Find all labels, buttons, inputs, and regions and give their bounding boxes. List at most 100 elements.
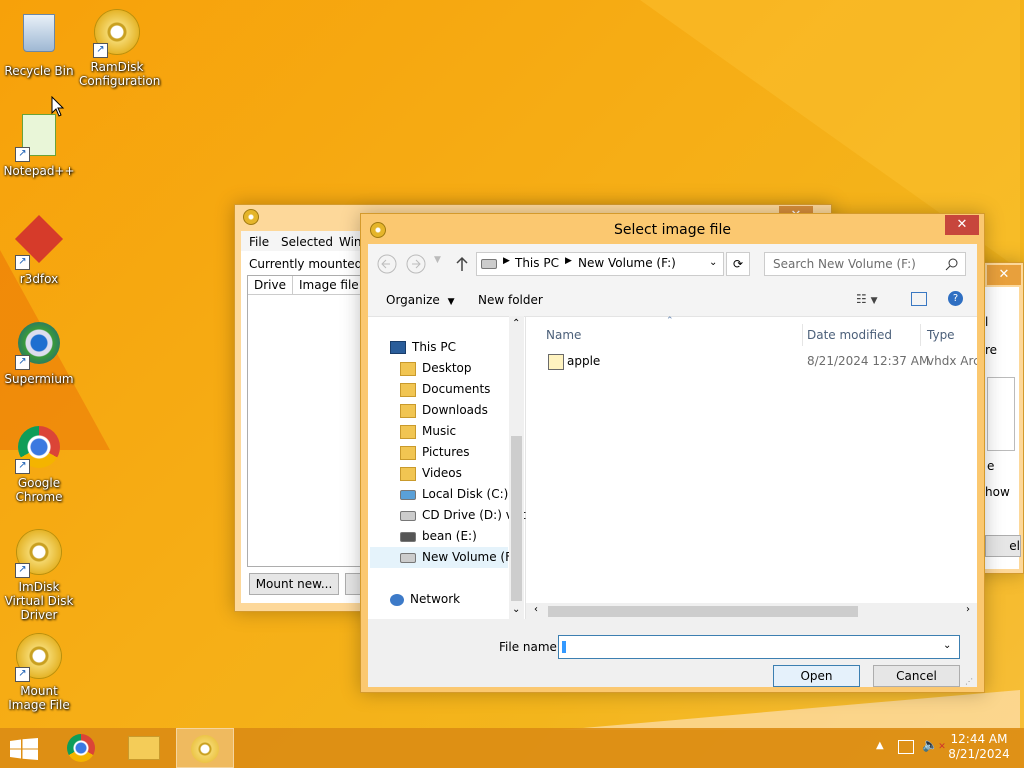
- nav-label: Videos: [422, 466, 462, 480]
- taskbar-file-explorer-button[interactable]: [114, 728, 172, 768]
- scroll-thumb[interactable]: [548, 606, 858, 617]
- desktop-icon-r3dfox[interactable]: ↗ r3dfox: [1, 214, 77, 286]
- preview-pane-icon[interactable]: [911, 292, 927, 306]
- nav-item-this-pc[interactable]: This PC: [390, 337, 456, 358]
- chevron-down-icon[interactable]: ⌄: [943, 640, 951, 651]
- cancel-button[interactable]: Cancel: [873, 665, 960, 687]
- recent-dropdown-icon[interactable]: ▼: [434, 255, 441, 265]
- up-arrow-icon[interactable]: [454, 254, 470, 274]
- windows-logo-icon: [10, 738, 38, 760]
- file-row[interactable]: apple 8/21/2024 12:37 AM vhdx Arch: [526, 350, 977, 372]
- nav-item-network[interactable]: Network: [390, 589, 460, 610]
- desktop-icon-label: RamDisk Configuration: [79, 60, 161, 88]
- shortcut-arrow-icon: ↗: [15, 355, 30, 370]
- nav-item-bean-e[interactable]: bean (E:): [400, 526, 477, 547]
- start-button[interactable]: [0, 728, 58, 768]
- desktop-icon-imdisk[interactable]: ↗ ImDisk Virtual Disk Driver: [1, 528, 77, 622]
- breadcrumb-new-volume[interactable]: New Volume (F:): [578, 256, 676, 270]
- navigation-pane[interactable]: This PC Desktop Documents Downloads Musi…: [368, 316, 526, 619]
- text-caret: [562, 641, 566, 653]
- breadcrumb-this-pc[interactable]: This PC: [515, 256, 559, 270]
- scroll-up-icon[interactable]: ⌃: [512, 318, 520, 329]
- nav-item-videos[interactable]: Videos: [400, 463, 462, 484]
- file-list[interactable]: ⌃ Name Date modified Type apple 8/21/202…: [526, 316, 977, 619]
- network-status-icon[interactable]: [898, 740, 914, 754]
- column-name[interactable]: Name: [546, 328, 581, 342]
- close-icon[interactable]: ✕: [987, 265, 1021, 285]
- file-name-label: File name:: [499, 640, 561, 654]
- computer-icon: [390, 341, 406, 354]
- column-type[interactable]: Type: [927, 328, 955, 342]
- scroll-thumb[interactable]: [511, 436, 522, 601]
- new-folder-button[interactable]: New folder: [478, 293, 543, 307]
- right-window-text: e: [987, 459, 995, 473]
- volume-muted-icon[interactable]: 🔈✕: [922, 738, 946, 753]
- taskbar-chrome-button[interactable]: [53, 728, 111, 768]
- file-explorer-icon: [128, 736, 160, 760]
- taskbar-imdisk-button[interactable]: [176, 728, 234, 768]
- desktop-icon-mount-image[interactable]: ↗ Mount Image File: [1, 632, 77, 712]
- nav-item-pictures[interactable]: Pictures: [400, 442, 470, 463]
- desktop-icon-label: r3dfox: [19, 272, 59, 286]
- file-name-input[interactable]: ⌄: [558, 635, 960, 659]
- shortcut-arrow-icon: ↗: [15, 147, 30, 162]
- breadcrumb-separator: ▶: [565, 256, 572, 266]
- desktop-icon-supermium[interactable]: ↗ Supermium: [1, 320, 77, 386]
- menu-file[interactable]: File: [249, 235, 269, 249]
- address-bar[interactable]: ▶ This PC ▶ New Volume (F:) ⌄: [476, 252, 724, 276]
- desktop-icon-recycle-bin[interactable]: Recycle Bin: [1, 8, 77, 78]
- resize-grip-icon[interactable]: ⋰: [965, 677, 973, 686]
- nav-item-local-disk-c[interactable]: Local Disk (C:): [400, 484, 508, 505]
- right-window-button[interactable]: el: [985, 535, 1021, 557]
- organize-button[interactable]: Organize ▼: [386, 293, 455, 307]
- menu-selected[interactable]: Selected: [281, 235, 333, 249]
- open-button[interactable]: Open: [773, 665, 860, 687]
- clock-time: 12:44 AM: [950, 732, 1008, 746]
- column-separator: [920, 324, 921, 346]
- nav-scrollbar[interactable]: ⌃ ⌄: [509, 316, 524, 619]
- folder-icon: [400, 466, 416, 481]
- show-hidden-icons-icon[interactable]: ▲: [876, 740, 884, 751]
- desktop-icon-notepadpp[interactable]: ↗ Notepad++: [1, 112, 77, 178]
- folder-icon: [400, 424, 416, 439]
- back-icon[interactable]: [377, 254, 397, 274]
- horizontal-scrollbar[interactable]: ‹ ›: [526, 603, 977, 619]
- column-separator: [802, 324, 803, 346]
- desktop-icon-label: ImDisk Virtual Disk Driver: [4, 580, 74, 622]
- select-image-dialog[interactable]: Select image file ✕ ▼ ▶ This PC ▶ New Vo…: [360, 213, 985, 693]
- mount-new-button[interactable]: Mount new...: [249, 573, 339, 595]
- menu-window[interactable]: Win: [339, 235, 362, 249]
- network-icon: [390, 593, 404, 606]
- view-options-icon[interactable]: ☷ ▼: [856, 292, 878, 306]
- chevron-down-icon[interactable]: ⌄: [709, 257, 717, 268]
- refresh-button[interactable]: ⟳: [726, 252, 750, 276]
- disc-icon: [243, 209, 259, 225]
- desktop-icon-label: Mount Image File: [8, 684, 70, 712]
- desktop-icon-ramdisk[interactable]: ↗ RamDisk Configuration: [79, 8, 161, 88]
- search-input[interactable]: Search New Volume (F:): [764, 252, 966, 276]
- nav-item-new-volume-f[interactable]: New Volume (F:): [370, 547, 520, 568]
- scroll-left-icon[interactable]: ‹: [534, 604, 538, 615]
- nav-item-cd-drive-d[interactable]: CD Drive (D:) virt: [400, 505, 526, 526]
- dialog-close-button[interactable]: ✕: [945, 215, 979, 235]
- desktop-icon-label: Google Chrome: [15, 476, 63, 504]
- column-date-modified[interactable]: Date modified: [807, 328, 892, 342]
- vhdx-file-icon: [548, 354, 564, 370]
- nav-item-downloads[interactable]: Downloads: [400, 400, 488, 421]
- help-icon[interactable]: ?: [948, 291, 963, 306]
- nav-item-documents[interactable]: Documents: [400, 379, 490, 400]
- column-drive[interactable]: Drive: [248, 276, 293, 295]
- nav-item-music[interactable]: Music: [400, 421, 456, 442]
- nav-label: Documents: [422, 382, 491, 396]
- disc-icon: [191, 735, 219, 763]
- mounted-list[interactable]: Drive Image file: [247, 275, 374, 567]
- scroll-right-icon[interactable]: ›: [966, 604, 970, 615]
- desktop-icon-google-chrome[interactable]: ↗ Google Chrome: [1, 424, 77, 504]
- forward-icon[interactable]: [406, 254, 426, 274]
- clock[interactable]: 12:44 AM 8/21/2024: [944, 732, 1014, 762]
- file-name: apple: [567, 354, 601, 368]
- chrome-icon: ↗: [15, 426, 63, 474]
- scroll-down-icon[interactable]: ⌄: [512, 604, 520, 615]
- right-window-listbox[interactable]: [987, 377, 1015, 451]
- nav-item-desktop[interactable]: Desktop: [400, 358, 472, 379]
